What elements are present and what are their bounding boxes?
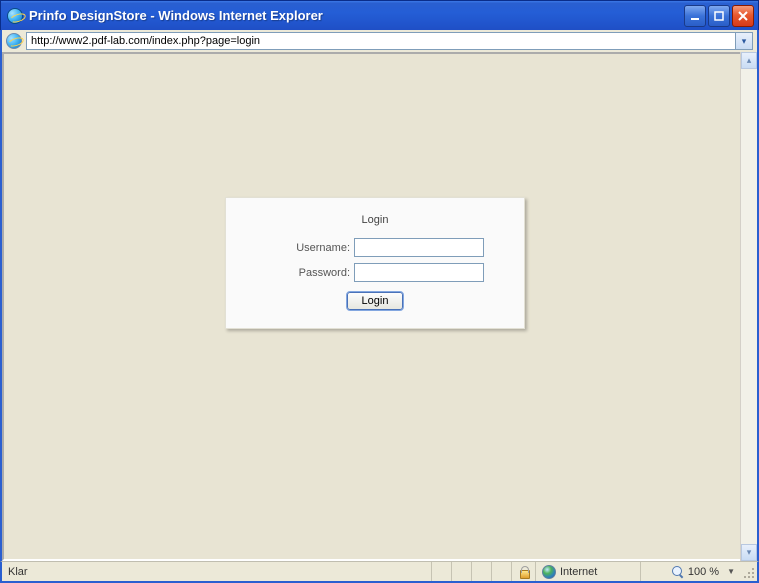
scroll-track[interactable] — [741, 69, 757, 544]
password-row: Password: — [246, 263, 504, 282]
globe-icon — [542, 565, 556, 579]
page-content: Login Username: Password: Login — [2, 52, 740, 561]
password-input[interactable] — [354, 263, 484, 282]
zone-cell[interactable]: Internet — [536, 562, 641, 581]
resize-grip[interactable] — [741, 562, 757, 581]
browser-viewport: Login Username: Password: Login ▴ ▾ — [0, 52, 759, 561]
status-cell-4 — [492, 562, 512, 581]
zone-label: Internet — [560, 566, 597, 578]
username-label: Username: — [266, 242, 354, 254]
window-buttons — [684, 5, 754, 27]
maximize-button[interactable] — [708, 5, 730, 27]
password-label: Password: — [266, 267, 354, 279]
status-bar: Klar Internet 100 % ▼ — [0, 561, 759, 583]
page-icon — [6, 33, 22, 49]
lock-icon — [517, 565, 531, 579]
window-title: Prinfo DesignStore - Windows Internet Ex… — [29, 8, 684, 23]
status-small-cells — [432, 562, 512, 581]
zoom-dropdown-icon: ▼ — [727, 567, 735, 576]
username-input[interactable] — [354, 238, 484, 257]
address-input[interactable] — [26, 32, 736, 50]
status-cell-2 — [452, 562, 472, 581]
login-button-row: Login — [246, 292, 504, 310]
status-cell-1 — [432, 562, 452, 581]
zoom-cell[interactable]: 100 % ▼ — [641, 562, 741, 581]
address-dropdown-button[interactable]: ▾ — [736, 32, 753, 50]
username-row: Username: — [246, 238, 504, 257]
scroll-up-button[interactable]: ▴ — [741, 52, 757, 69]
login-button[interactable]: Login — [347, 292, 404, 310]
security-cell[interactable] — [512, 562, 536, 581]
window-titlebar: Prinfo DesignStore - Windows Internet Ex… — [0, 0, 759, 30]
minimize-button[interactable] — [684, 5, 706, 27]
status-text: Klar — [2, 562, 432, 581]
status-cell-3 — [472, 562, 492, 581]
zoom-value: 100 % — [688, 566, 719, 578]
login-heading: Login — [246, 214, 504, 226]
address-bar: ▾ — [0, 30, 759, 52]
ie-icon — [7, 8, 23, 24]
magnifier-icon — [672, 566, 684, 578]
vertical-scrollbar[interactable]: ▴ ▾ — [740, 52, 757, 561]
close-button[interactable] — [732, 5, 754, 27]
scroll-down-button[interactable]: ▾ — [741, 544, 757, 561]
login-panel: Login Username: Password: Login — [225, 197, 525, 329]
